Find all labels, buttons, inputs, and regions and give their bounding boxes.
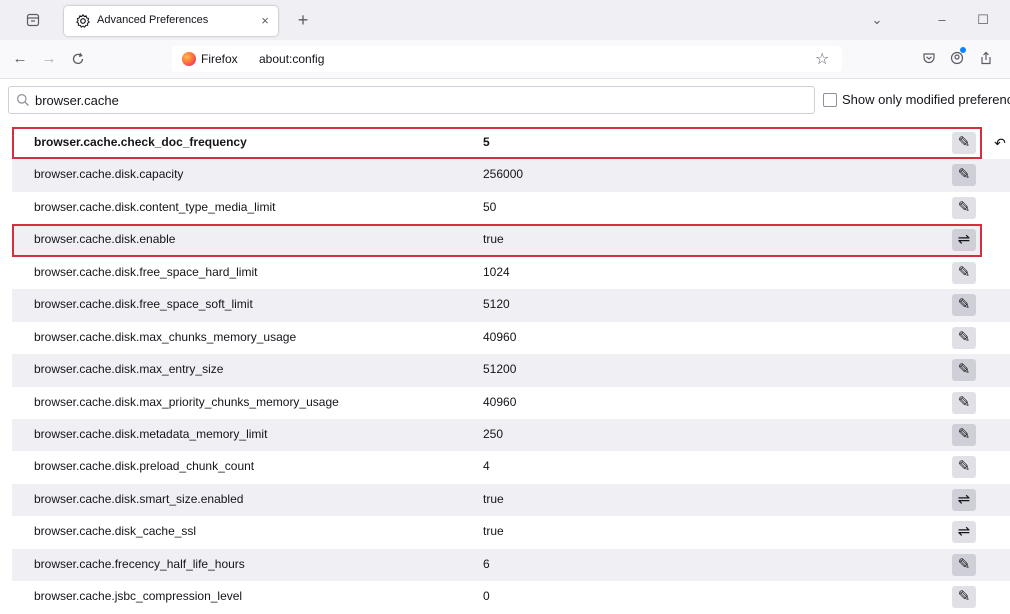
firefox-view-icon — [26, 13, 40, 27]
url-bar[interactable]: Firefox about:config ☆ — [172, 46, 842, 72]
extensions-button[interactable] — [947, 47, 967, 68]
pref-value[interactable]: 50 — [483, 200, 496, 214]
toggle-button[interactable]: ⇌ — [952, 521, 976, 544]
pref-name: browser.cache.jsbc_compression_level — [34, 589, 243, 604]
pref-name: browser.cache.disk.free_space_hard_limit — [34, 264, 258, 279]
pref-name: browser.cache.disk.max_entry_size — [34, 362, 224, 377]
minimize-button[interactable]: – — [931, 9, 953, 31]
table-row[interactable]: browser.cache.disk.smart_size.enabled tru… — [12, 483, 1010, 517]
edit-button[interactable]: ✎ — [952, 261, 976, 284]
pref-name: browser.cache.disk_cache_ssl — [34, 524, 197, 539]
tab-strip: Advanced Preferences × + ⌄ – ☐ — [0, 0, 1010, 40]
pref-value[interactable]: 0 — [483, 589, 490, 603]
search-icon — [17, 94, 29, 106]
search-input[interactable] — [35, 91, 805, 109]
maximize-button[interactable]: ☐ — [972, 9, 994, 31]
back-button[interactable]: ← — [9, 48, 31, 70]
show-modified-checkbox[interactable] — [823, 93, 837, 107]
table-row[interactable]: browser.cache.check_doc_frequency 5 ✎ ↶ — [12, 127, 1006, 160]
pref-name: browser.cache.frecency_half_life_hours — [34, 556, 245, 571]
table-row[interactable]: browser.cache.disk.free_space_soft_limit… — [12, 289, 1010, 322]
identity-label: Firefox — [201, 52, 238, 66]
edit-button[interactable]: ✎ — [952, 586, 976, 609]
navigation-toolbar: ← → Firefox about:config ☆ — [0, 40, 1010, 79]
table-row[interactable]: browser.cache.disk_cache_ssl true ⇌ — [12, 516, 1010, 548]
pref-value[interactable]: true — [483, 232, 504, 246]
account-icon — [950, 51, 964, 65]
pref-value[interactable]: 1024 — [483, 265, 510, 279]
table-row[interactable]: browser.cache.disk.enable true ⇌ — [12, 224, 982, 257]
table-row[interactable]: browser.cache.disk.content_type_media_li… — [12, 192, 1010, 224]
table-row[interactable]: browser.cache.disk.preload_chunk_count 4 ✎ — [12, 451, 1010, 483]
pref-name: browser.cache.disk.max_chunks_memory_usa… — [34, 329, 297, 344]
toggle-button[interactable]: ⇌ — [952, 488, 976, 511]
pref-value[interactable]: true — [483, 492, 504, 506]
forward-button[interactable]: → — [38, 48, 60, 70]
pref-name: browser.cache.check_doc_frequency — [34, 135, 247, 149]
preferences-table: browser.cache.check_doc_frequency 5 ✎ ↶ brow… — [12, 127, 1010, 614]
gear-icon — [76, 13, 90, 28]
table-row[interactable]: browser.cache.disk.max_entry_size 51200 ✎ — [12, 354, 1010, 387]
edit-button[interactable]: ✎ — [952, 359, 976, 382]
pref-name: browser.cache.disk.free_space_soft_limit — [34, 297, 253, 312]
edit-button[interactable]: ✎ — [952, 423, 976, 446]
table-row[interactable]: browser.cache.disk.max_priority_chunks_m… — [12, 387, 1010, 419]
pref-value[interactable]: 5 — [483, 135, 490, 149]
pref-value[interactable]: 256000 — [483, 167, 523, 181]
pref-value[interactable]: 40960 — [483, 330, 516, 344]
toggle-button[interactable]: ⇌ — [952, 229, 976, 252]
edit-button[interactable]: ✎ — [952, 391, 976, 414]
pref-name: browser.cache.disk.content_type_media_li… — [34, 199, 276, 214]
reset-icon[interactable]: ↶ — [991, 132, 1009, 154]
edit-button[interactable]: ✎ — [952, 132, 976, 154]
share-button[interactable] — [976, 48, 996, 68]
edit-button[interactable]: ✎ — [952, 164, 976, 187]
table-row[interactable]: browser.cache.frecency_half_life_hours 6 ✎ — [12, 548, 1010, 582]
tab-advanced-preferences[interactable]: Advanced Preferences × — [64, 6, 278, 36]
firefox-view-button[interactable] — [22, 9, 44, 31]
notification-dot — [960, 47, 966, 53]
edit-button[interactable]: ✎ — [952, 326, 976, 349]
pref-name: browser.cache.disk.enable — [34, 232, 176, 247]
share-icon — [981, 51, 991, 65]
tab-title: Advanced Preferences — [97, 14, 209, 26]
pref-name: browser.cache.disk.max_priority_chunks_m… — [34, 394, 339, 409]
pref-value[interactable]: 40960 — [483, 395, 516, 409]
pref-value[interactable]: 4 — [483, 459, 490, 473]
edit-button[interactable]: ✎ — [952, 196, 976, 219]
list-all-tabs-button[interactable]: ⌄ — [866, 9, 888, 31]
pref-name: browser.cache.disk.smart_size.enabled — [34, 491, 244, 506]
pref-name: browser.cache.disk.capacity — [34, 167, 184, 182]
table-row[interactable]: browser.cache.disk.metadata_memory_limit… — [12, 418, 1010, 452]
pref-value[interactable]: 51200 — [483, 362, 516, 376]
edit-button[interactable]: ✎ — [952, 553, 976, 576]
edit-button[interactable]: ✎ — [952, 456, 976, 479]
table-row[interactable]: browser.cache.disk.capacity 256000 ✎ — [12, 159, 1010, 192]
table-row[interactable]: browser.cache.disk.max_chunks_memory_usa… — [12, 322, 1010, 354]
search-box — [8, 86, 815, 114]
pref-value[interactable]: 6 — [483, 557, 490, 571]
pref-value[interactable]: 250 — [483, 427, 503, 441]
tab-close-icon[interactable]: × — [256, 12, 274, 30]
url-text[interactable]: about:config — [259, 52, 324, 66]
reload-icon — [72, 52, 84, 65]
new-tab-button[interactable]: + — [292, 9, 314, 31]
pref-value[interactable]: true — [483, 524, 504, 538]
table-row[interactable]: browser.cache.jsbc_compression_level 0 ✎ — [12, 581, 1010, 613]
reload-button[interactable] — [67, 48, 89, 70]
edit-button[interactable]: ✎ — [952, 294, 976, 317]
pref-value[interactable]: 5120 — [483, 297, 510, 311]
bookmark-star-icon[interactable]: ☆ — [815, 49, 829, 69]
pocket-button[interactable] — [919, 48, 939, 68]
pref-name: browser.cache.disk.preload_chunk_count — [34, 459, 255, 474]
pocket-icon — [923, 53, 935, 64]
table-row[interactable]: browser.cache.disk.free_space_hard_limit… — [12, 257, 1010, 289]
pref-name: browser.cache.disk.metadata_memory_limit — [34, 426, 268, 441]
firefox-logo-icon — [182, 52, 196, 66]
show-modified-label: Show only modified preferences — [842, 92, 1010, 107]
